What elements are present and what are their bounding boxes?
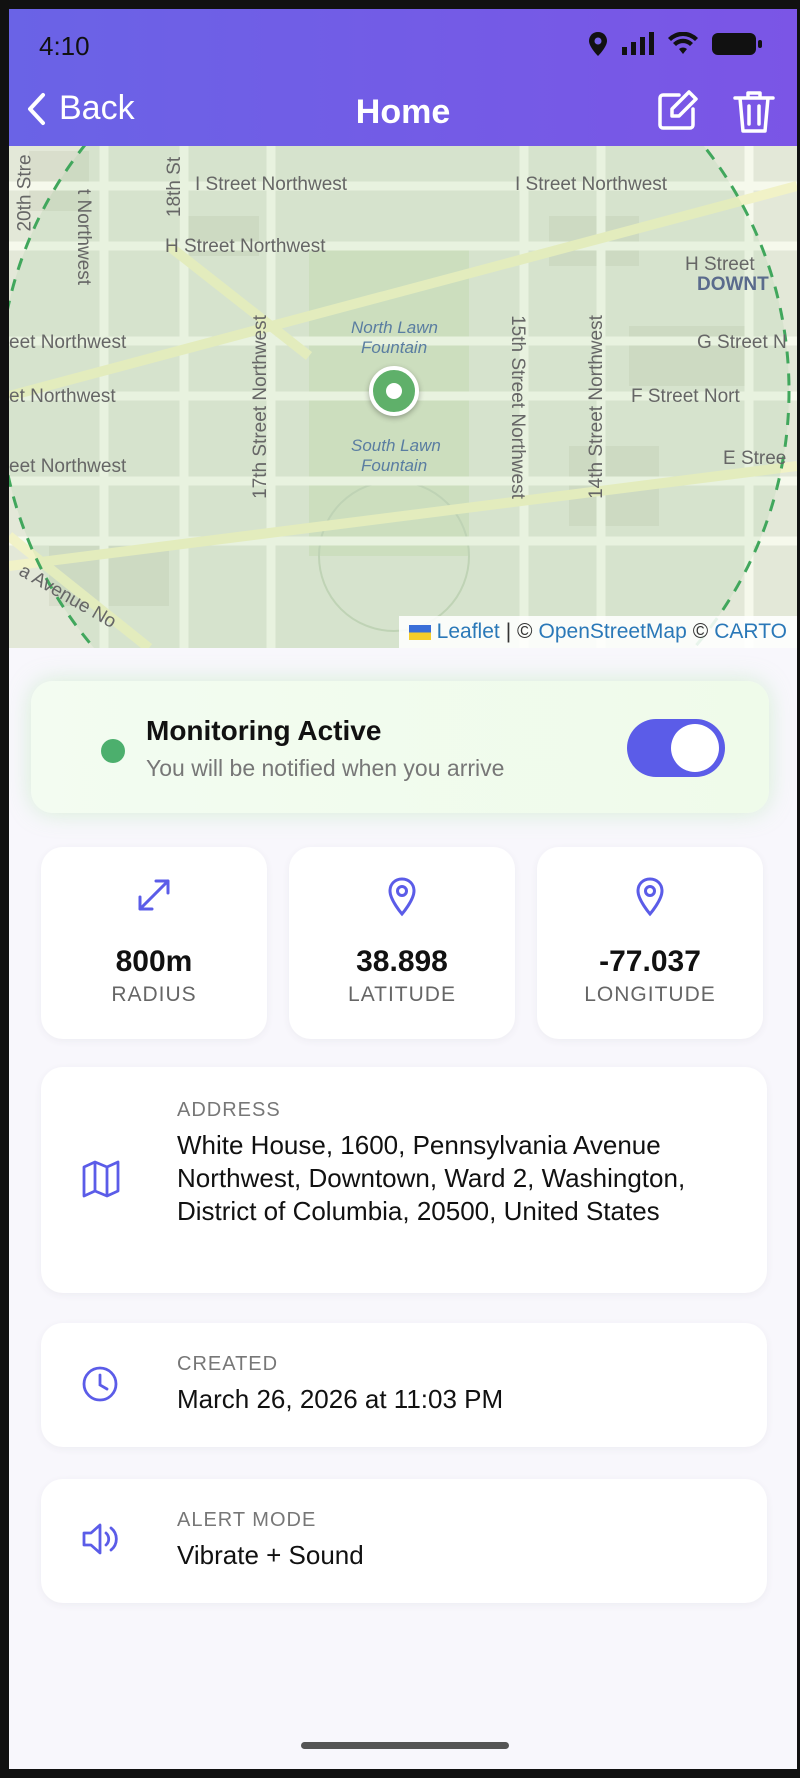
street-label: 18th St [164, 156, 186, 218]
osm-link[interactable]: OpenStreetMap [539, 620, 687, 644]
alert-mode-value: Vibrate + Sound [177, 1540, 364, 1570]
wifi-icon [668, 32, 698, 54]
map-pin-icon [289, 877, 515, 917]
poi-label: Fountain [361, 456, 428, 475]
carto-link[interactable]: CARTO [714, 620, 787, 644]
map-view[interactable]: I Street Northwest I Street Northwest H … [9, 146, 797, 648]
street-label: H Street Northwest [165, 236, 326, 257]
toggle-knob [671, 724, 719, 772]
poi-label: North Lawn [351, 318, 438, 337]
speaker-icon [81, 1521, 121, 1562]
street-label: 14th Street Northwest [585, 315, 607, 499]
header-actions [655, 89, 775, 135]
street-label: eet Northwest [9, 456, 127, 477]
longitude-card: -77.037 LONGITUDE [537, 847, 763, 1039]
map-attribution: Leaflet | © OpenStreetMap © CARTO [398, 616, 797, 648]
clock-icon [81, 1365, 119, 1408]
district-label: DOWNT [697, 274, 769, 295]
app-header: 4:10 Back Home [9, 9, 797, 146]
street-label: F Street Nort [631, 386, 740, 407]
street-label: a Avenue No [15, 560, 120, 633]
map-pin-icon [537, 877, 763, 917]
longitude-value: -77.037 [599, 945, 701, 978]
street-label: 20th Stre [14, 154, 36, 232]
street-label: I Street Northwest [195, 174, 348, 195]
trash-icon[interactable] [733, 89, 775, 135]
poi-label: South Lawn [351, 436, 441, 455]
nav-bar: Back Home [9, 89, 797, 139]
street-label: et Northwest [9, 386, 116, 407]
latitude-value: 38.898 [356, 945, 448, 978]
created-label: CREATED [177, 1353, 279, 1375]
radius-value: 800m [115, 945, 193, 978]
longitude-label: LONGITUDE [584, 983, 716, 1006]
status-dot [101, 739, 125, 763]
radius-label: RADIUS [111, 983, 197, 1006]
latitude-label: LATITUDE [348, 983, 456, 1006]
location-status-icon [589, 32, 607, 56]
leaflet-link[interactable]: Leaflet [437, 620, 500, 644]
battery-icon [712, 33, 762, 55]
status-time: 4:10 [39, 31, 90, 61]
alert-mode-label: ALERT MODE [177, 1509, 317, 1531]
ukraine-flag-icon [408, 624, 431, 640]
created-value: March 26, 2026 at 11:03 PM [177, 1384, 504, 1414]
street-label: eet Northwest [9, 332, 127, 353]
attribution-separator: | © [505, 620, 533, 643]
alert-mode-card: ALERT MODE Vibrate + Sound [41, 1479, 767, 1603]
street-label: H Street [685, 254, 755, 275]
monitoring-toggle[interactable] [627, 719, 725, 777]
monitoring-subtitle: You will be notified when you arrive [146, 755, 505, 781]
street-label: t Northwest [73, 188, 95, 286]
attribution-separator: © [692, 620, 709, 643]
location-marker[interactable] [369, 366, 419, 416]
monitoring-card: Monitoring Active You will be notified w… [31, 681, 769, 813]
address-label: ADDRESS [177, 1099, 281, 1121]
latitude-card: 38.898 LATITUDE [289, 847, 515, 1039]
expand-arrows-icon [41, 877, 267, 913]
signal-icon [622, 32, 654, 55]
home-indicator[interactable] [301, 1742, 509, 1749]
edit-icon[interactable] [655, 89, 699, 133]
street-label: 15th Street Northwest [506, 315, 528, 499]
address-card: ADDRESS White House, 1600, Pennsylvania … [41, 1067, 767, 1293]
app-screen: 4:10 Back Home I Street Northwest I Stre… [9, 9, 797, 1769]
poi-label: Fountain [361, 338, 428, 357]
status-icons [587, 31, 763, 57]
radius-card: 800m RADIUS [41, 847, 267, 1039]
street-label: E Stree [723, 448, 787, 469]
street-label: G Street N [697, 332, 787, 353]
map-icon [81, 1159, 121, 1204]
created-card: CREATED March 26, 2026 at 11:03 PM [41, 1323, 767, 1447]
street-label: 17th Street Northwest [249, 315, 271, 499]
monitoring-title: Monitoring Active [146, 715, 382, 746]
street-label: I Street Northwest [515, 174, 668, 195]
address-value: White House, 1600, Pennsylvania Avenue N… [177, 1130, 686, 1226]
